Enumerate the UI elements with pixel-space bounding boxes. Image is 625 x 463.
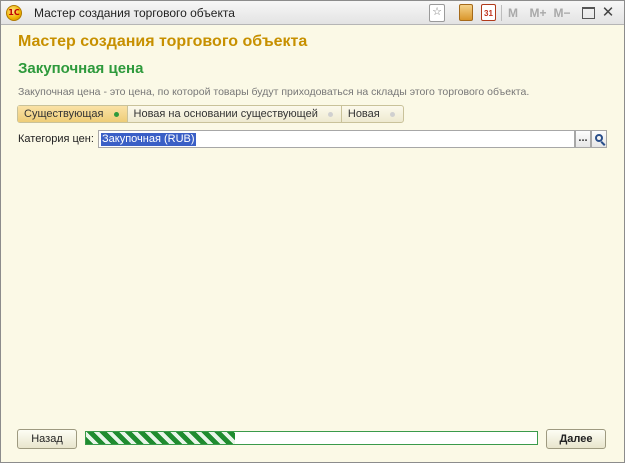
wizard-header-title: Мастер создания торгового объекта [18, 33, 308, 50]
next-button[interactable]: Далее [546, 429, 606, 449]
search-icon[interactable] [591, 130, 607, 148]
progress-fill [86, 432, 235, 444]
wizard-progress-bar [85, 431, 538, 445]
tab-new[interactable]: Новая [342, 106, 403, 122]
select-price-category-button[interactable]: ... [575, 130, 591, 148]
memory-button[interactable]: M [507, 4, 519, 22]
radio-dot-icon [113, 111, 119, 117]
page-title: Закупочная цена [18, 60, 144, 77]
tab-label: Новая на основании существующей [133, 108, 318, 120]
memory-plus-button[interactable]: M+ [528, 4, 548, 22]
app-logo-icon[interactable]: 1С [6, 5, 22, 21]
search-handle [600, 141, 606, 146]
tab-existing[interactable]: Существующая [18, 106, 128, 122]
toolbar-divider [501, 5, 502, 21]
tab-label: Существующая [24, 108, 104, 120]
page-description: Закупочная цена - это цена, по которой т… [18, 86, 530, 98]
price-category-value: Закупочная (RUB) [101, 133, 196, 146]
close-icon[interactable]: ✕ [601, 4, 615, 22]
back-button[interactable]: Назад [17, 429, 77, 449]
memory-minus-button[interactable]: M− [552, 4, 572, 22]
window-title: Мастер создания торгового объекта [34, 6, 235, 20]
favorite-icon[interactable]: ☆ [429, 4, 445, 22]
price-category-label: Категория цен: [18, 133, 94, 145]
title-bar[interactable]: 1С Мастер создания торгового объекта ☆ 3… [1, 1, 624, 25]
tab-label: Новая [347, 108, 380, 120]
radio-dot-icon [389, 111, 395, 117]
tab-new-based-on-existing[interactable]: Новая на основании существующей [128, 106, 342, 122]
calendar-icon[interactable]: 31 [481, 4, 496, 21]
radio-dot-icon [327, 111, 333, 117]
price-category-input[interactable]: Закупочная (RUB) [98, 130, 575, 148]
wizard-window: 1С Мастер создания торгового объекта ☆ 3… [0, 0, 625, 463]
calculator-icon[interactable] [459, 4, 473, 21]
maximize-icon[interactable] [582, 7, 595, 19]
price-source-tabs: Существующая Новая на основании существу… [17, 105, 404, 123]
